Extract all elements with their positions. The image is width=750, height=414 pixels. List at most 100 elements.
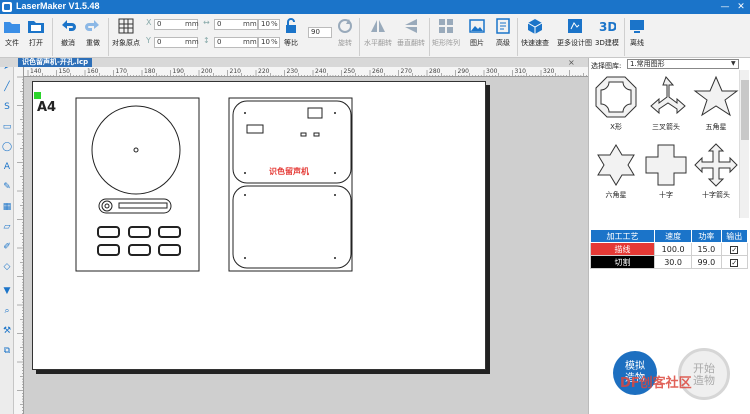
output-checkbox[interactable]: ✓ (730, 245, 739, 254)
toolbar-divider (108, 18, 109, 56)
vertical-flip-button[interactable]: 垂直翻转 (397, 17, 425, 48)
line-tool-icon[interactable]: ╱ (2, 82, 12, 92)
ruler-label: 210 (230, 68, 242, 75)
shape-x[interactable]: X形 (593, 74, 639, 132)
ruler-label: 160 (87, 68, 99, 75)
grid-origin-icon (117, 17, 135, 35)
table-row[interactable]: 描线 100.0 15.0 ✓ (590, 242, 748, 256)
3d-model-button[interactable]: 3D 3D建模 (595, 17, 619, 48)
vertical-ruler (14, 67, 24, 414)
measure-tool-icon[interactable]: ⚒ (2, 326, 12, 336)
advanced-button[interactable]: 高级 (494, 17, 512, 48)
zoom-tool-icon[interactable]: ⌕ (2, 306, 12, 316)
power-cell[interactable]: 15.0 (691, 242, 722, 256)
five-star-icon (693, 75, 739, 117)
undo-button[interactable]: 撤消 (59, 17, 77, 48)
minimize-icon[interactable]: — (718, 1, 732, 13)
process-name-cell[interactable]: 描线 (590, 242, 655, 256)
process-table: 加工工艺 速度 功率 输出 描线 100.0 15.0 ✓ 切割 30.0 99… (590, 229, 748, 269)
width-icon: ↔ (203, 18, 210, 27)
redo-button[interactable]: 重做 (84, 17, 102, 48)
library-label: 选择图库: (591, 62, 622, 70)
quick-check-button[interactable]: 快速速查 (521, 17, 549, 48)
grid-tool-icon[interactable]: ▦ (2, 202, 12, 212)
shape-three-way-arrow[interactable]: 三叉箭头 (643, 74, 689, 132)
window-controls: — ✕ (718, 1, 748, 13)
image-icon (468, 17, 486, 35)
polygon-tool-icon[interactable]: ▱ (2, 222, 12, 232)
more-design-button[interactable]: 更多设计图 (557, 17, 592, 48)
array-grid-icon (437, 17, 455, 35)
output-checkbox-cell[interactable]: ✓ (720, 242, 748, 256)
rectangle-tool-icon[interactable]: ▭ (2, 122, 12, 132)
eraser-tool-icon[interactable]: ◇ (2, 262, 12, 272)
edit-node-icon[interactable]: ✐ (2, 242, 12, 252)
x-unit: mm (185, 20, 199, 28)
file-button[interactable]: 文件 (3, 17, 21, 48)
offline-button[interactable]: 离线 (628, 17, 646, 48)
horizontal-flip-button[interactable]: 水平翻转 (364, 17, 392, 48)
output-checkbox-cell[interactable]: ✓ (720, 255, 748, 269)
process-name-cell[interactable]: 切割 (590, 255, 655, 269)
shape-five-star[interactable]: 五角星 (693, 74, 739, 132)
table-row[interactable]: 切割 30.0 99.0 ✓ (590, 255, 748, 269)
text-tool-icon[interactable]: A (2, 162, 12, 172)
app-title: LaserMaker V1.5.48 (16, 1, 100, 11)
image-button[interactable]: 图片 (468, 17, 486, 48)
shape-six-star[interactable]: 六角星 (593, 142, 639, 200)
three-way-arrow-icon (650, 76, 686, 115)
horizontal-ruler: 140 150 160 170 180 190 200 210 220 230 240 250 260 2… (24, 67, 588, 77)
library-scrollbar[interactable] (739, 70, 749, 218)
speed-cell[interactable]: 30.0 (653, 255, 693, 269)
output-checkbox[interactable]: ✓ (730, 258, 739, 267)
box-icon (526, 17, 544, 35)
side-panel-drawing[interactable] (228, 97, 353, 272)
design-canvas[interactable]: A4 识色留声机 (24, 77, 588, 414)
rotate-angle-select[interactable]: 90 (308, 27, 332, 38)
rect-array-button[interactable]: 矩形阵列 (432, 17, 460, 48)
ruler-label: 300 (486, 68, 498, 75)
ruler-label: 290 (458, 68, 470, 75)
advanced-settings-icon (494, 17, 512, 35)
open-button[interactable]: 打开 (27, 17, 45, 48)
curve-tool-icon[interactable]: S (2, 102, 12, 112)
object-origin-button[interactable]: 对象原点 (112, 17, 140, 48)
svg-text:3D: 3D (599, 20, 616, 34)
library-select[interactable]: 1.常用图形 (627, 59, 739, 69)
rotate-button[interactable]: 旋转 (336, 17, 354, 48)
scrollbar-thumb[interactable] (741, 80, 749, 140)
chevron-down-icon[interactable]: ▼ (731, 60, 736, 67)
speed-cell[interactable]: 100.0 (653, 242, 693, 256)
cross-icon (645, 144, 687, 186)
layer-tool-icon[interactable]: ⧉ (2, 346, 12, 356)
pen-tool-icon[interactable]: ✎ (2, 182, 12, 192)
y-unit: mm (185, 38, 199, 46)
rotate-icon (336, 17, 354, 35)
close-window-icon[interactable]: ✕ (734, 1, 748, 13)
a4-page[interactable]: A4 识色留声机 (32, 81, 486, 370)
drawing-tools-bar: ➤ ╱ S ▭ ◯ A ✎ ▦ ▱ ✐ ◇ ▼ ⌕ ⚒ ⧉ (0, 58, 14, 414)
shape-cross[interactable]: 十字 (643, 142, 689, 200)
six-star-icon (597, 144, 635, 186)
toolbar-divider (429, 18, 430, 56)
vertical-ruler-ticks (17, 76, 23, 414)
close-tab-icon[interactable]: × (568, 58, 575, 67)
tab-document[interactable]: 识色留声机-开孔.lcp (18, 58, 93, 67)
app-logo-icon (2, 2, 12, 12)
stamp-tool-icon[interactable]: ▼ (2, 286, 12, 296)
horizontal-flip-icon (369, 17, 387, 35)
ruler-label: 310 (515, 68, 527, 75)
shape-cross-arrow[interactable]: 十字箭头 (693, 142, 739, 200)
toolbar-divider (359, 18, 360, 56)
front-panel-drawing[interactable] (75, 97, 200, 272)
power-cell[interactable]: 99.0 (691, 255, 722, 269)
engraved-device-name: 识色留声机 (269, 167, 309, 176)
ellipse-tool-icon[interactable]: ◯ (2, 142, 12, 152)
proportional-lock-button[interactable]: 等比 (282, 17, 300, 48)
design-drawing (75, 97, 353, 272)
3d-icon: 3D (598, 17, 617, 35)
ruler-label: 280 (429, 68, 441, 75)
width-percent-unit: % (271, 20, 278, 28)
toolbar-divider (52, 18, 53, 56)
ruler-label: 320 (543, 68, 555, 75)
